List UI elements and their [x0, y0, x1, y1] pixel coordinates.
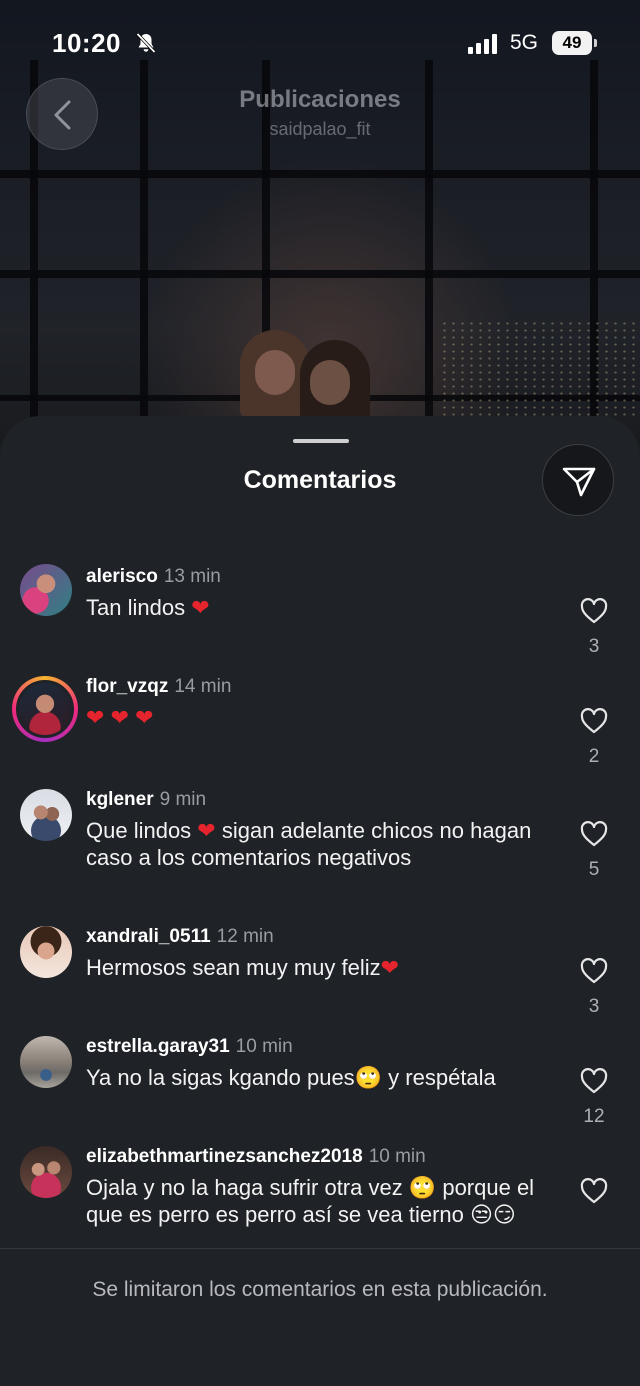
comments-sheet: Comentarios alerisco 13 min Tan lindos ❤ … [0, 416, 640, 1386]
comment-header: kglener 9 min [86, 789, 206, 811]
avatar[interactable] [20, 926, 72, 978]
status-bar: 10:20 5G 49 [0, 0, 640, 86]
avatar[interactable] [20, 564, 72, 616]
page-subtitle-username[interactable]: saidpalao_fit [0, 119, 640, 140]
comment-text: ❤ ❤ ❤ [86, 704, 556, 731]
heart-emoji: ❤ [191, 595, 210, 620]
heart-emoji: ❤ [86, 705, 105, 730]
comment-username[interactable]: flor_vzqz [86, 676, 168, 697]
comment-time: 9 min [159, 789, 207, 810]
like-count: 2 [588, 746, 600, 767]
comment-time: 14 min [174, 676, 232, 697]
comment-username[interactable]: estrella.garay31 [86, 1036, 230, 1057]
comment-header: elizabethmartinezsanchez2018 10 min [86, 1146, 426, 1168]
like-count: 3 [588, 636, 600, 657]
comment-header: estrella.garay31 10 min [86, 1036, 293, 1058]
comment-username[interactable]: kglener [86, 789, 154, 810]
heart-icon[interactable] [580, 708, 608, 734]
heart-emoji: ❤ [380, 955, 400, 980]
comment-header: alerisco 13 min [86, 566, 221, 588]
comment-time: 10 min [235, 1036, 293, 1057]
avatar[interactable] [20, 1146, 72, 1198]
comment-username[interactable]: xandrali_0511 [86, 926, 211, 947]
comment-time: 13 min [163, 566, 221, 587]
heart-emoji: ❤ [197, 818, 216, 843]
heart-icon[interactable] [580, 958, 608, 984]
battery-level: 49 [562, 33, 582, 52]
comment-text: Hermosos sean muy muy feliz❤ [86, 955, 400, 980]
comment-text: Ya no la sigas kgando pues🙄 y respétala [86, 1065, 496, 1090]
avatar[interactable] [20, 789, 72, 841]
heart-emoji: ❤ [110, 705, 129, 730]
comment-header: flor_vzqz 14 min [86, 676, 231, 698]
heart-icon[interactable] [580, 821, 608, 847]
comment-text: Que lindos ❤ sigan adelante chicos no ha… [86, 818, 532, 870]
comments-list: alerisco 13 min Tan lindos ❤ 3 flor_vzqz 1… [0, 416, 640, 1248]
comment-text: Tan lindos ❤ [86, 595, 210, 620]
status-time: 10:20 [52, 28, 121, 58]
avatar[interactable] [20, 1036, 72, 1088]
comment-header: xandrali_0511 12 min [86, 926, 274, 948]
heart-icon[interactable] [580, 598, 608, 624]
heart-emoji: ❤ [135, 705, 154, 730]
page-title: Publicaciones [239, 86, 401, 113]
cellular-signal-icon [468, 34, 497, 54]
like-count: 12 [583, 1106, 605, 1127]
avatar-with-story-ring[interactable] [12, 676, 78, 742]
footer-divider [0, 1248, 640, 1249]
comment-time: 10 min [368, 1146, 426, 1167]
like-count: 3 [588, 996, 600, 1017]
like-count: 5 [588, 859, 600, 880]
comment-text: Ojala y no la haga sufrir otra vez 🙄 por… [86, 1175, 535, 1227]
comment-time: 12 min [216, 926, 274, 947]
network-type: 5G [510, 31, 539, 54]
comments-limited-notice: Se limitaron los comentarios en esta pub… [92, 1278, 548, 1301]
battery-icon: 49 [552, 31, 592, 55]
heart-icon[interactable] [580, 1068, 608, 1094]
bell-muted-icon [136, 32, 156, 54]
battery-nub [594, 39, 597, 47]
comment-username[interactable]: elizabethmartinezsanchez2018 [86, 1146, 363, 1167]
heart-icon[interactable] [580, 1178, 608, 1204]
comment-username[interactable]: alerisco [86, 566, 158, 587]
